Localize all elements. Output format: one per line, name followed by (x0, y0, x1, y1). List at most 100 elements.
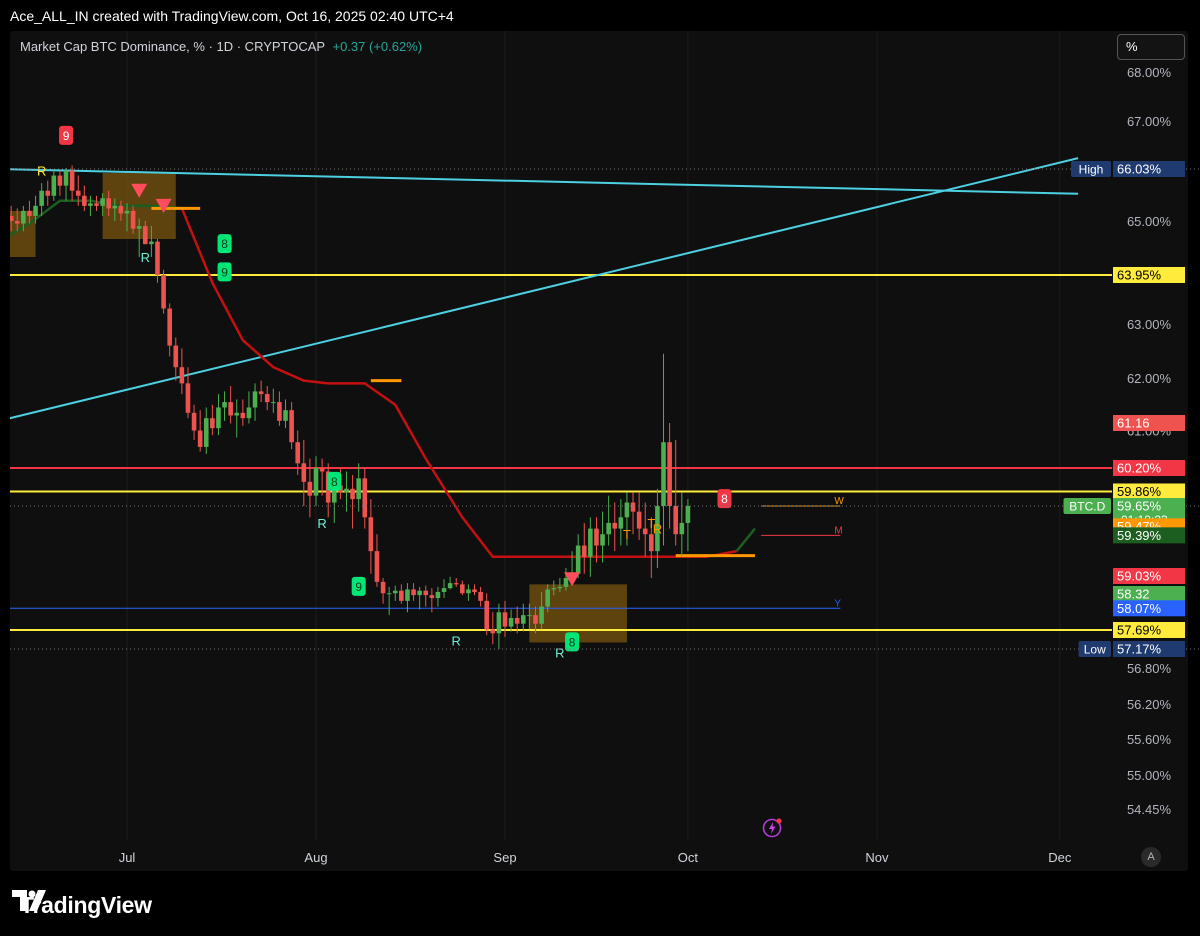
candle-body (527, 615, 532, 617)
candle-body (264, 394, 270, 403)
candle-body (130, 210, 136, 229)
candle-body (149, 241, 154, 245)
candle-body (277, 402, 282, 421)
candle-body (246, 407, 252, 419)
y-tick-label: 67.00% (1127, 114, 1172, 129)
y-tick-label: 54.45% (1127, 802, 1172, 817)
legend-change: +0.37 (+0.62%) (332, 39, 423, 54)
x-tick-label: Dec (1048, 850, 1072, 865)
signal-letter: R (653, 522, 662, 537)
price-unit-button[interactable]: % (1117, 34, 1185, 60)
candle-body (636, 511, 642, 529)
candle-body (624, 502, 630, 518)
price-label-text: 59.39% (1117, 528, 1162, 543)
candle-body (417, 590, 422, 596)
x-tick-label: Jul (119, 850, 136, 865)
count-badge-label: 8 (569, 635, 576, 649)
candle-body (429, 595, 435, 598)
legend-text: Market Cap BTC Dominance, % · 1D · CRYPT… (20, 39, 325, 54)
candle-body (191, 412, 197, 431)
candle-body (197, 430, 203, 447)
candle-body (319, 468, 325, 472)
count-badge-label: 8 (221, 237, 228, 251)
candle-body (307, 481, 313, 496)
candle-body (14, 221, 20, 224)
signal-letter: T (623, 527, 631, 542)
candle-body (271, 402, 276, 404)
candle-body (368, 517, 374, 552)
x-tick-label: Oct (678, 850, 699, 865)
candle-body (63, 170, 69, 186)
candle-body (667, 442, 672, 506)
candle-body (234, 412, 240, 416)
candle-body (447, 583, 453, 589)
candle-body (423, 590, 429, 596)
candle-body (161, 275, 166, 309)
y-tick-label: 68.00% (1127, 65, 1172, 80)
candle-body (362, 478, 368, 518)
price-label-text: 59.65% (1117, 499, 1162, 514)
candle-body (155, 241, 160, 275)
price-tag-text: BTC.D (1069, 500, 1105, 514)
stop-zone (10, 210, 36, 257)
brand[interactable]: TradingView (12, 890, 152, 920)
candle-body (142, 226, 148, 245)
price-tag-text: Low (1084, 643, 1106, 657)
candle-body (75, 190, 81, 196)
candle-body (435, 591, 441, 598)
tradingview-logo-icon (12, 890, 46, 911)
candle-body (21, 210, 26, 224)
auto-scale-button[interactable]: A (1141, 847, 1161, 867)
signal-letter: R (37, 164, 46, 179)
chart-legend[interactable]: Market Cap BTC Dominance, % · 1D · CRYPT… (20, 39, 422, 54)
candle-body (551, 588, 557, 590)
chart-svg[interactable]: YWM9898988RRRRRTTR68.00%67.00%65.00%63.0… (0, 0, 1200, 880)
candle-body (374, 551, 380, 582)
candle-body (10, 215, 14, 221)
candle-body (51, 175, 57, 196)
count-badge-label: 8 (331, 475, 338, 489)
y-tick-label: 62.00% (1127, 371, 1172, 386)
candle-body (606, 522, 611, 535)
price-label-text: 59.03% (1117, 569, 1162, 584)
short-level-label: W (834, 496, 844, 507)
y-tick-label: 56.20% (1127, 697, 1172, 712)
candle-body (472, 589, 477, 592)
candle-body (167, 308, 172, 346)
candle-body (630, 502, 636, 512)
price-label-text: 58.32 (1117, 587, 1150, 602)
candle-body (69, 170, 75, 191)
candle-body (228, 402, 233, 416)
candle-body (545, 589, 550, 607)
candle-body (3, 216, 8, 226)
candle-body (112, 205, 118, 209)
candle-body (386, 593, 392, 595)
candle-body (100, 198, 105, 206)
signal-letter: R (452, 634, 461, 649)
y-tick-label: 55.00% (1127, 768, 1172, 783)
price-label-text: 58.07% (1117, 601, 1162, 616)
candle-body (453, 583, 459, 585)
price-label-text: 57.69% (1117, 623, 1162, 638)
candle-body (466, 589, 471, 594)
candle-body (356, 478, 361, 500)
signal-letter: R (141, 250, 150, 265)
candle-body (679, 522, 685, 535)
count-badge-label: 9 (63, 129, 70, 143)
candle-body (173, 345, 179, 368)
y-tick-label: 63.00% (1127, 317, 1172, 332)
candle-body (0, 226, 1, 236)
candle-body (216, 407, 221, 429)
price-label-text: 60.20% (1117, 461, 1162, 476)
flash-icon[interactable] (762, 816, 784, 838)
candle-body (490, 629, 496, 634)
candle-body (484, 600, 490, 630)
candle-body (210, 418, 215, 429)
candle-body (563, 578, 569, 587)
candle-body (673, 506, 679, 535)
candle-body (45, 190, 51, 196)
candle-body (600, 534, 605, 546)
candle-body (508, 618, 514, 627)
ma-line-recover (735, 527, 756, 552)
candle-body (252, 391, 258, 408)
